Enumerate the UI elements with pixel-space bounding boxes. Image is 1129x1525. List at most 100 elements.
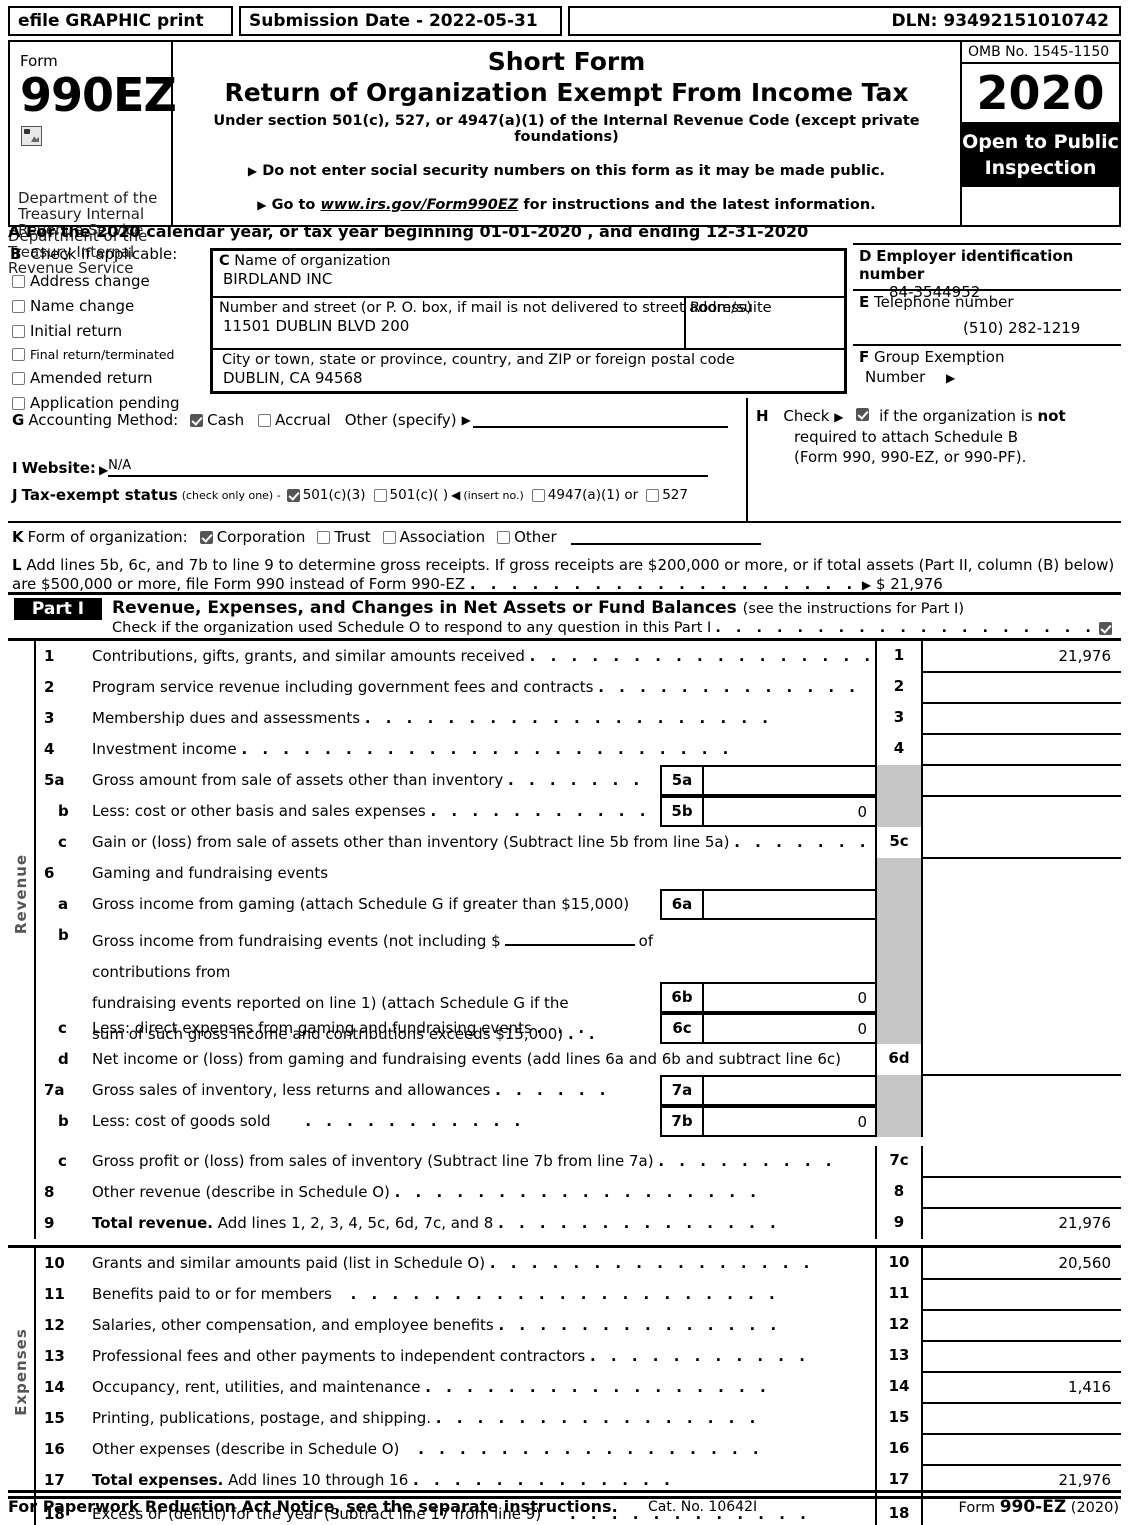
subline-value[interactable]: 0 bbox=[704, 803, 875, 821]
table-row: 13 Professional fees and other payments … bbox=[36, 1341, 1121, 1373]
row-text: Printing, publications, postage, and shi… bbox=[92, 1409, 761, 1427]
subline-box: 6a bbox=[660, 889, 875, 920]
row-box-number: 2 bbox=[875, 672, 923, 703]
section-i-website: I Website: ▶ N/A bbox=[12, 458, 709, 477]
row-text: Benefits paid to or for members . . . . … bbox=[92, 1285, 780, 1303]
row-text: Salaries, other compensation, and employ… bbox=[92, 1316, 782, 1334]
open-to-public-badge: Open to Public Inspection bbox=[962, 124, 1119, 187]
table-row: c Gross profit or (loss) from sales of i… bbox=[36, 1146, 1121, 1178]
checkbox-amended-return[interactable]: Amended return bbox=[12, 369, 212, 387]
table-row: 3 Membership dues and assessments . . . … bbox=[36, 703, 1121, 735]
checkbox-other-org-icon[interactable] bbox=[497, 530, 511, 544]
ein-label: Employer identification number bbox=[859, 247, 1074, 283]
part-1-chip: Part I bbox=[14, 598, 102, 620]
checkbox-icon[interactable] bbox=[12, 324, 25, 338]
expenses-vertical-label: Expenses bbox=[8, 1248, 36, 1496]
row-amount[interactable]: 20,560 bbox=[923, 1254, 1121, 1272]
omb-year-block: OMB No. 1545-1150 2020 Open to Public In… bbox=[962, 42, 1119, 225]
revenue-section-cont: c Gross profit or (loss) from sales of i… bbox=[8, 1146, 1121, 1239]
website-input[interactable]: N/A bbox=[108, 458, 709, 477]
checkbox-501c-icon[interactable] bbox=[373, 488, 387, 502]
form-title-main: Return of Organization Exempt From Incom… bbox=[224, 78, 909, 107]
right-triangle-icon: ▶ bbox=[946, 371, 956, 385]
table-row: c Gain or (loss) from sale of assets oth… bbox=[36, 827, 1121, 859]
website-value: N/A bbox=[108, 458, 132, 473]
checkbox-schedule-b-icon[interactable] bbox=[856, 408, 870, 421]
checkbox-cash-icon[interactable] bbox=[190, 413, 204, 427]
checkbox-4947a1-icon[interactable] bbox=[531, 488, 545, 502]
row-number: c bbox=[58, 833, 67, 851]
section-def-block: D Employer identification number 84-3544… bbox=[853, 243, 1121, 395]
row-number: b bbox=[58, 1112, 69, 1130]
section-ghij-block: G Accounting Method: Cash Accrual Other … bbox=[8, 398, 1121, 523]
row-text: Other revenue (describe in Schedule O) .… bbox=[92, 1183, 761, 1201]
row-number: b bbox=[58, 802, 69, 820]
table-row: 12 Salaries, other compensation, and emp… bbox=[36, 1310, 1121, 1342]
checkbox-trust-label: Trust bbox=[334, 528, 371, 546]
form-identity-block: Form 990EZ Department of the Treasury In… bbox=[10, 42, 177, 238]
subline-value[interactable]: 0 bbox=[704, 989, 875, 1007]
checkbox-trust-icon[interactable] bbox=[317, 530, 331, 544]
row-number: 4 bbox=[44, 740, 55, 758]
section-h-letter: H bbox=[756, 407, 769, 425]
row-text: Less: cost of goods sold . . . . . . . .… bbox=[92, 1112, 526, 1130]
table-row: 8 Other revenue (describe in Schedule O)… bbox=[36, 1177, 1121, 1209]
checkbox-527-icon[interactable] bbox=[646, 488, 660, 502]
table-row: b Less: cost of goods sold . . . . . . .… bbox=[36, 1106, 1121, 1137]
checkbox-schedule-o-icon[interactable] bbox=[1099, 621, 1112, 635]
efile-header-bar: efile GRAPHIC print Submission Date - 20… bbox=[8, 6, 1121, 36]
accounting-other-input[interactable] bbox=[472, 413, 728, 428]
irs-form990ez-link[interactable]: www.irs.gov/Form990EZ bbox=[320, 197, 518, 213]
shaded-cell bbox=[875, 796, 923, 827]
row-amount[interactable]: 21,976 bbox=[923, 647, 1121, 665]
row-amount[interactable]: 21,976 bbox=[923, 1214, 1121, 1232]
checkbox-icon[interactable] bbox=[12, 348, 25, 361]
subline-value[interactable]: 0 bbox=[704, 1113, 875, 1131]
checkbox-accrual-icon[interactable] bbox=[258, 413, 272, 427]
bullet-triangle-icon-2: ▶ bbox=[257, 198, 267, 212]
checkbox-name-change[interactable]: Name change bbox=[12, 297, 212, 315]
efile-print-label: efile GRAPHIC print bbox=[8, 6, 233, 36]
footer-form-year: (2020) bbox=[1066, 1500, 1119, 1516]
subline-number: 6b bbox=[662, 984, 704, 1011]
row-number: 3 bbox=[44, 709, 55, 727]
subline-box: 6b 0 bbox=[660, 982, 875, 1013]
part-1-table: Revenue 1 Contributions, gifts, grants, … bbox=[8, 638, 1121, 1525]
checkbox-address-change[interactable]: Address change bbox=[12, 272, 212, 290]
checkbox-icon[interactable] bbox=[12, 371, 25, 385]
section-d-letter: D bbox=[859, 247, 872, 265]
row-text: Investment income . . . . . . . . . . . … bbox=[92, 740, 734, 758]
subline-value[interactable]: 0 bbox=[704, 1020, 875, 1038]
subline-number: 7b bbox=[662, 1108, 704, 1135]
table-row: b Less: cost or other basis and sales ex… bbox=[36, 796, 1121, 827]
org-city-row: City or town, state or province, country… bbox=[213, 350, 844, 394]
checkbox-initial-return[interactable]: Initial return bbox=[12, 322, 212, 340]
checkbox-association-icon[interactable] bbox=[382, 530, 396, 544]
row-box-number: 16 bbox=[875, 1434, 923, 1465]
org-name-header: C Name of organization bbox=[213, 251, 844, 269]
checkbox-corporation-icon[interactable] bbox=[199, 530, 213, 544]
revenue-rows-cont: c Gross profit or (loss) from sales of i… bbox=[36, 1146, 1121, 1239]
row-amount[interactable]: 1,416 bbox=[923, 1378, 1121, 1396]
revenue-section: Revenue 1 Contributions, gifts, grants, … bbox=[8, 638, 1121, 1146]
row-number: 13 bbox=[44, 1347, 65, 1365]
group-exemption-label: Group Exemption bbox=[874, 348, 1005, 366]
fundraising-amount-input[interactable] bbox=[504, 931, 635, 946]
section-h-text-not: not bbox=[1037, 407, 1066, 425]
checkbox-501c3-icon[interactable] bbox=[286, 488, 300, 502]
footer-form-id: Form 990-EZ (2020) bbox=[959, 1497, 1119, 1517]
row-amount[interactable]: 21,976 bbox=[923, 1471, 1121, 1489]
shaded-cell bbox=[875, 1013, 923, 1044]
row-box-number: 14 bbox=[875, 1372, 923, 1403]
row-text: Program service revenue including govern… bbox=[92, 678, 860, 696]
checkbox-final-return[interactable]: Final return/terminated bbox=[12, 347, 212, 362]
checkbox-icon[interactable] bbox=[12, 299, 25, 313]
telephone-label: Telephone number bbox=[874, 293, 1014, 311]
form-of-org-other-input[interactable] bbox=[570, 530, 761, 545]
group-exemption-row: F Group Exemption Number ▶ bbox=[853, 346, 1121, 395]
group-exemption-number-row: Number ▶ bbox=[853, 366, 1121, 386]
checkbox-icon[interactable] bbox=[12, 274, 25, 288]
goto-suffix: for instructions and the latest informat… bbox=[518, 197, 876, 213]
row-number: 9 bbox=[44, 1214, 55, 1232]
row-text: Professional fees and other payments to … bbox=[92, 1347, 810, 1365]
